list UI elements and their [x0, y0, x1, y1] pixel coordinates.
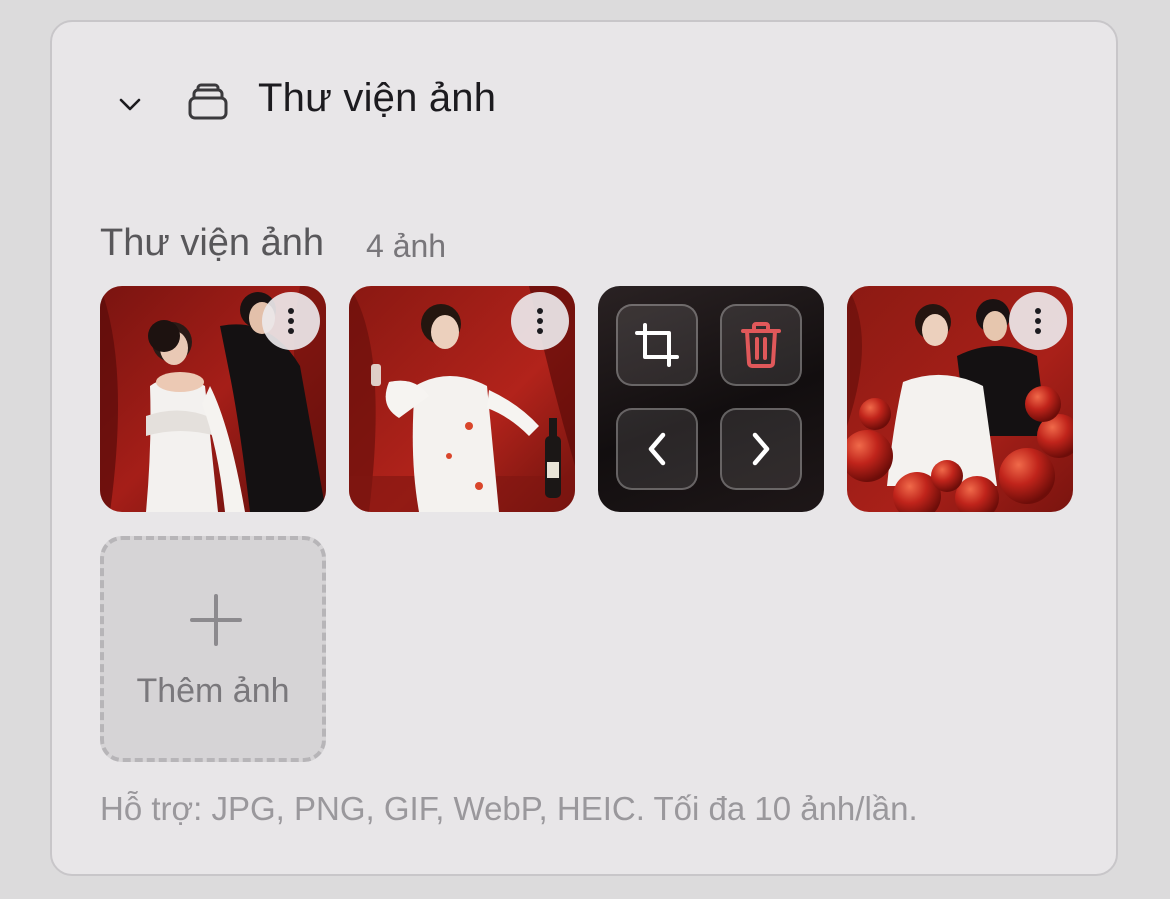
more-vertical-icon — [537, 308, 543, 334]
gallery-photo-4[interactable] — [847, 286, 1073, 512]
more-vertical-icon — [1035, 308, 1041, 334]
supported-formats-hint: Hỗ trợ: JPG, PNG, GIF, WebP, HEIC. Tối đ… — [100, 790, 918, 827]
photo-more-button[interactable] — [511, 292, 569, 350]
gallery-label: Thư viện ảnh — [100, 222, 325, 264]
delete-button[interactable] — [720, 304, 802, 386]
photo-more-button[interactable] — [262, 292, 320, 350]
crop-icon — [635, 323, 679, 367]
move-right-button[interactable] — [720, 408, 802, 490]
panel-header: Thư viện ảnh — [52, 22, 1116, 182]
photo-more-button[interactable] — [1009, 292, 1067, 350]
gallery-panel: Thư viện ảnh Thư viện ảnh 4 ảnh Thêm ảnh… — [50, 20, 1118, 876]
trash-icon — [741, 322, 781, 368]
gallery-photo-3-selected[interactable] — [598, 286, 824, 512]
panel-title: Thư viện ảnh — [258, 76, 497, 120]
gallery-photo-1[interactable] — [100, 286, 326, 512]
gallery-count: 4 ảnh — [366, 228, 447, 264]
chevron-down-icon — [119, 98, 141, 111]
collapse-button[interactable] — [110, 84, 150, 124]
move-left-button[interactable] — [616, 408, 698, 490]
add-photo-button[interactable]: Thêm ảnh — [100, 536, 326, 762]
crop-button[interactable] — [616, 304, 698, 386]
add-photo-label: Thêm ảnh — [136, 672, 290, 710]
layers-icon — [188, 83, 228, 120]
plus-icon — [190, 594, 242, 646]
gallery-photo-2[interactable] — [349, 286, 575, 512]
more-vertical-icon — [288, 308, 294, 334]
chevron-right-icon — [752, 432, 770, 466]
chevron-left-icon — [648, 432, 666, 466]
